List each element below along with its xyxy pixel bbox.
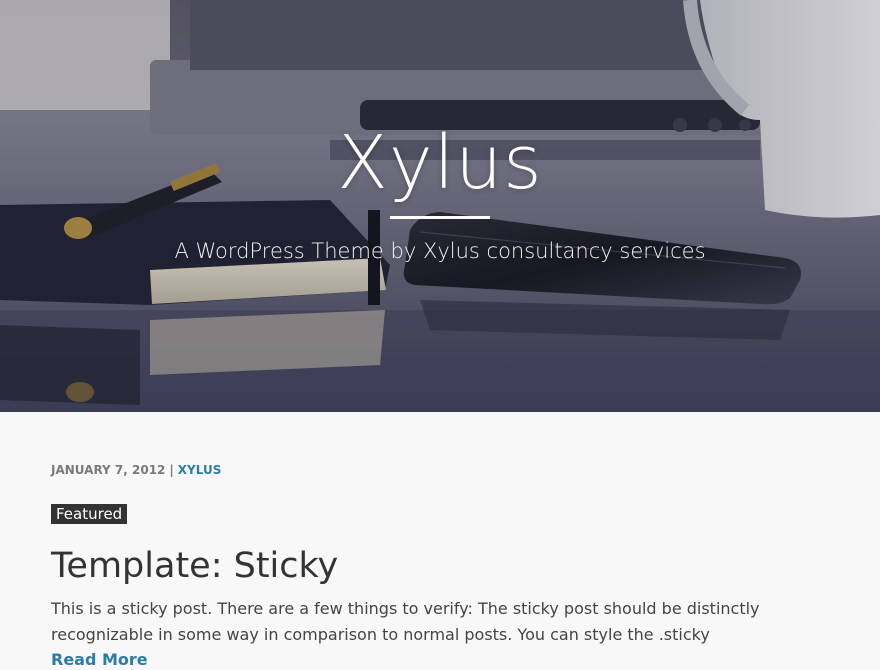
title-underline [390, 216, 490, 219]
post-author-link[interactable]: XYLUS [178, 463, 222, 477]
site-tagline: A WordPress Theme by Xylus consultancy s… [174, 239, 706, 263]
post-meta: JANUARY 7, 2012 | XYLUS [51, 462, 221, 478]
post-title[interactable]: Template: Sticky [51, 543, 338, 589]
post-excerpt: This is a sticky post. There are a few t… [51, 599, 760, 644]
read-more-link[interactable]: Read More [51, 650, 148, 670]
site-title[interactable]: Xylus [0, 118, 880, 208]
meta-separator: | [169, 463, 174, 477]
main-content: JANUARY 7, 2012 | XYLUS Featured Template:… [0, 412, 880, 669]
post-date[interactable]: JANUARY 7, 2012 [51, 463, 165, 477]
featured-badge: Featured [51, 504, 128, 524]
header-hero: Xylus A WordPress Theme by Xylus consult… [0, 0, 880, 412]
